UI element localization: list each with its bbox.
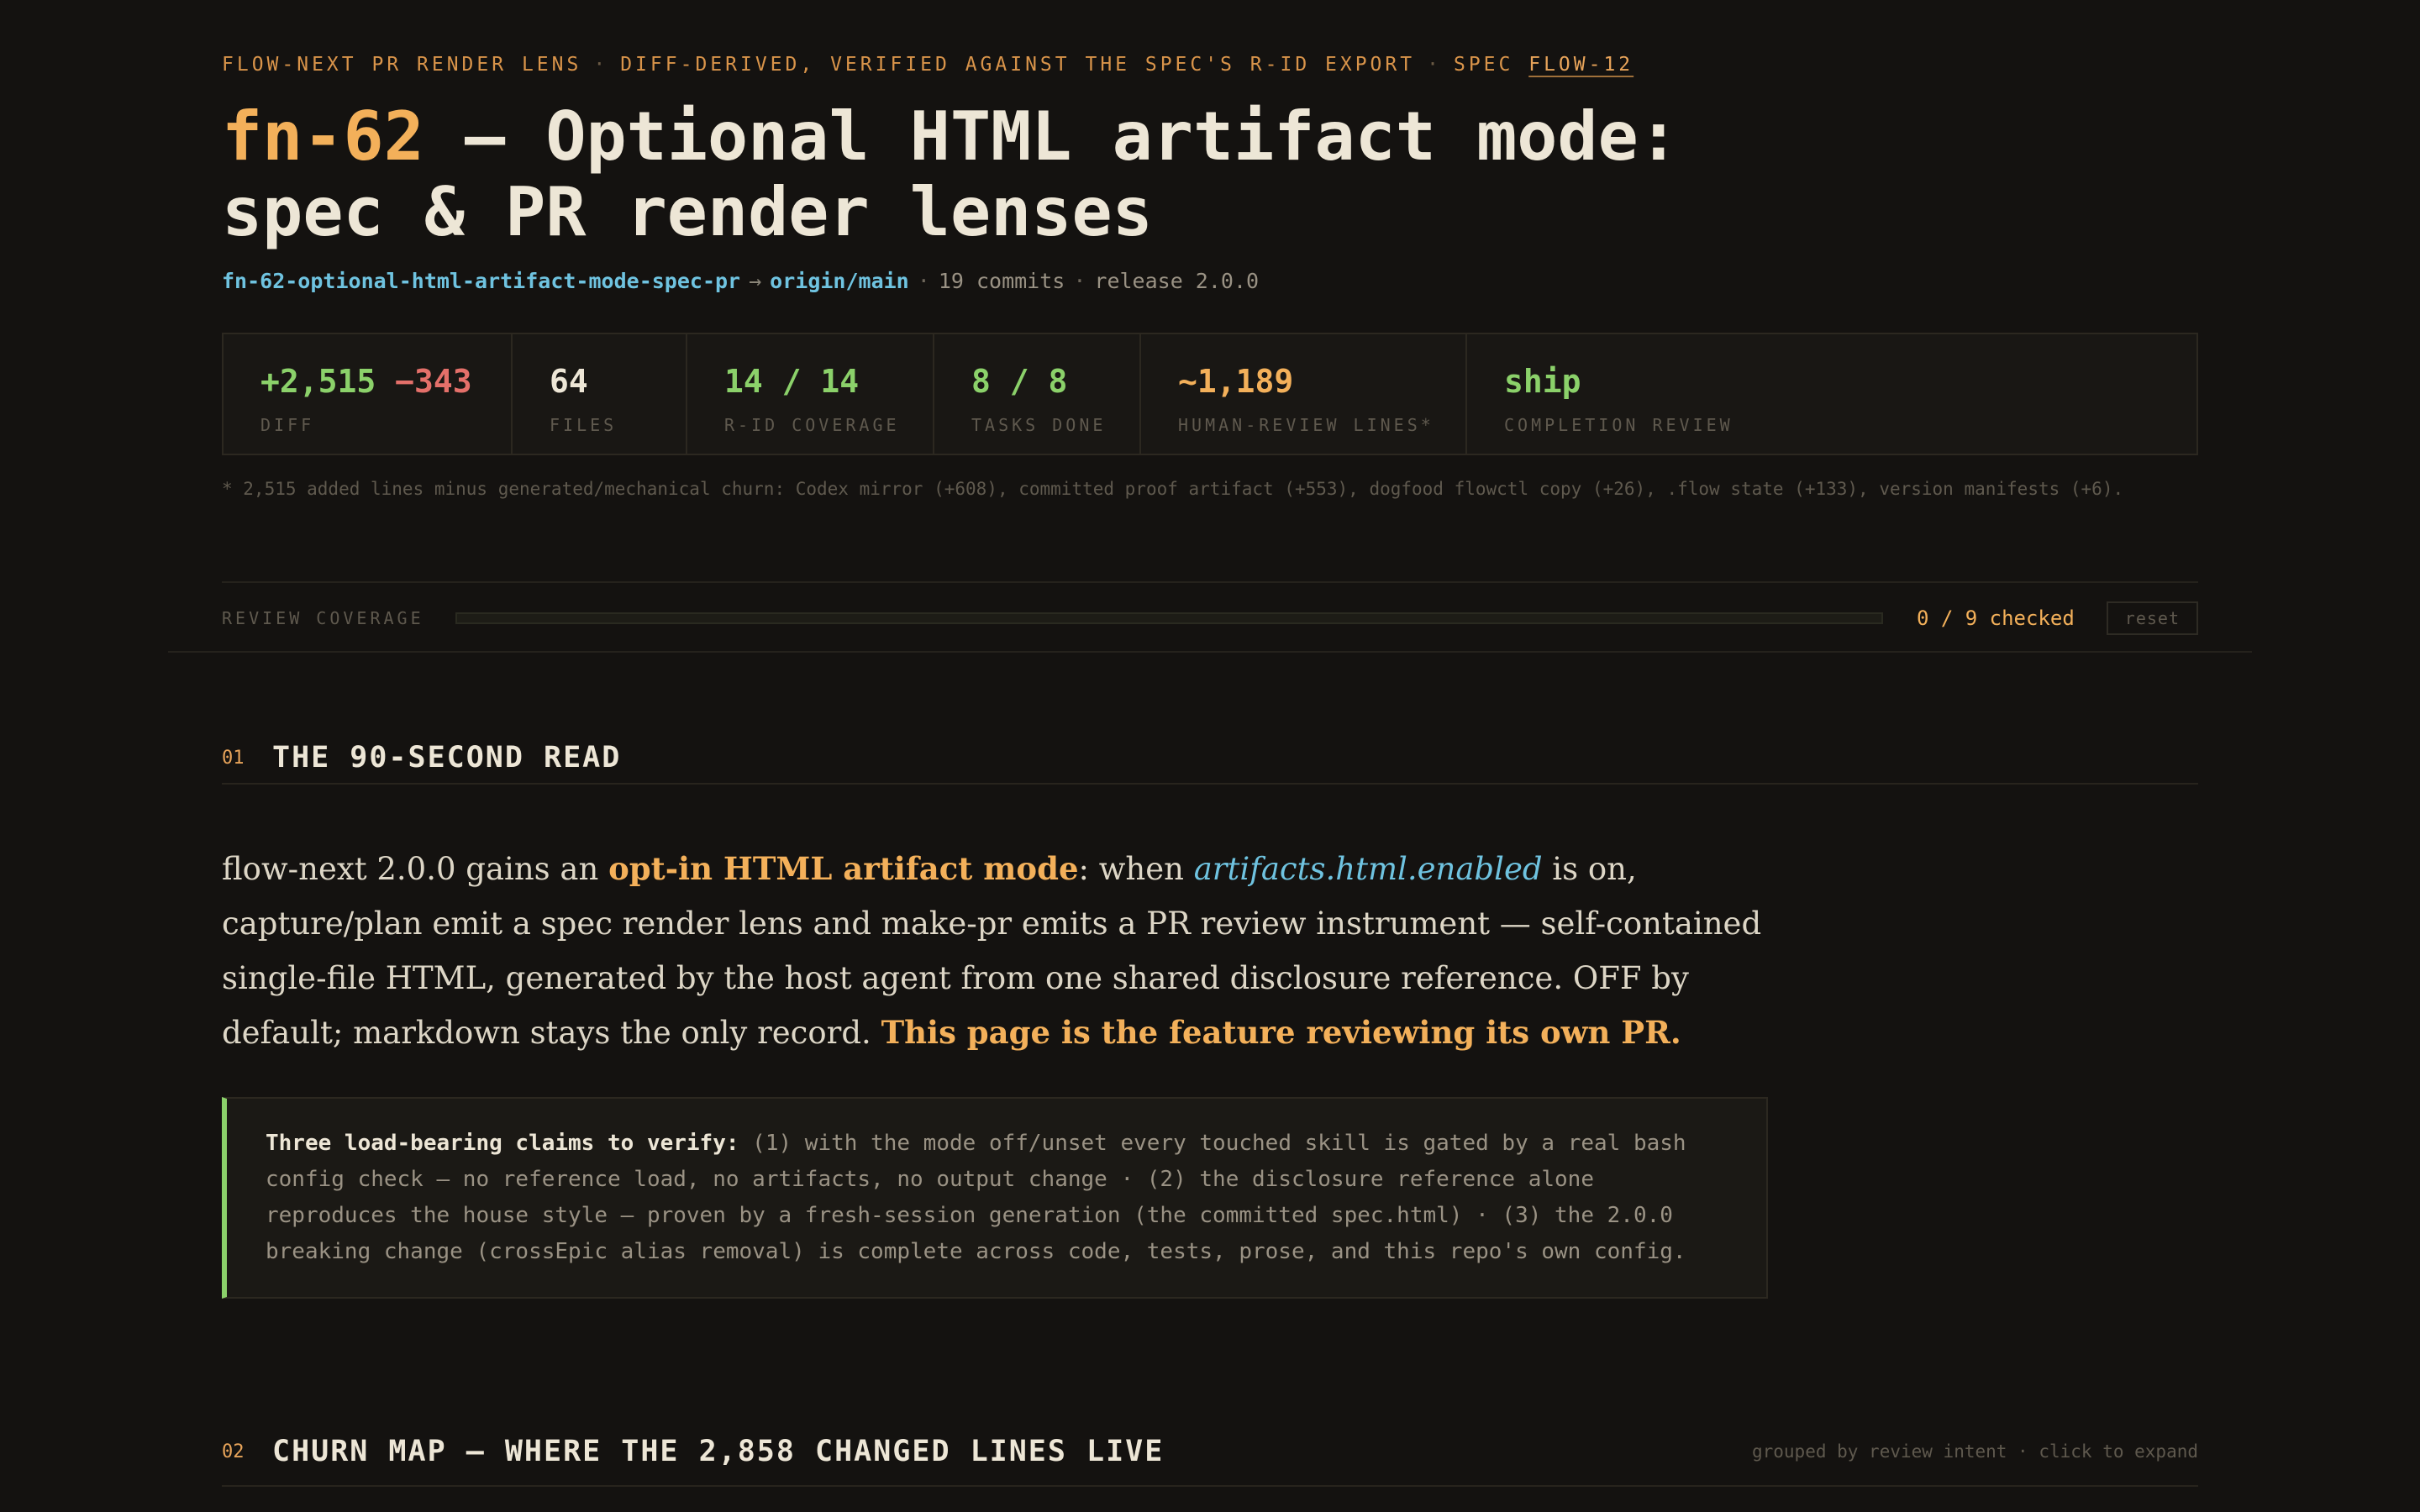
section-number: 02 (222, 1441, 245, 1462)
stat-rid-label: R-ID COVERAGE (724, 415, 900, 435)
base-branch: origin/main (770, 269, 909, 293)
claims-callout: Three load-bearing claims to verify: (1)… (222, 1097, 1768, 1299)
stat-diff-added: +2,515 (260, 363, 376, 400)
stat-files: 64 FILES (513, 334, 687, 454)
spec-link[interactable]: FLOW-12 (1528, 54, 1634, 76)
branch-separator: · (917, 269, 930, 293)
title-text: — Optional HTML artifact mode: spec & PR… (222, 97, 1679, 251)
summary-paragraph: flow-next 2.0.0 gains an opt-in HTML art… (222, 842, 1768, 1060)
section-title: CHURN MAP — WHERE THE 2,858 CHANGED LINE… (272, 1435, 1165, 1468)
title-id: fn-62 (222, 97, 424, 176)
stat-completion-review: ship COMPLETION REVIEW (1467, 334, 2196, 454)
review-coverage-progress-bar (455, 612, 1883, 624)
summary-text: flow-next 2.0.0 gains an (222, 851, 609, 887)
stat-rid-coverage: 14 / 14 R-ID COVERAGE (687, 334, 934, 454)
eyebrow-lens-label: FLOW-NEXT PR RENDER LENS (222, 54, 582, 76)
stat-human-review: ~1,189 HUMAN-REVIEW LINES* (1141, 334, 1467, 454)
pr-render-lens-page: FLOW-NEXT PR RENDER LENS · DIFF-DERIVED, V… (0, 0, 2420, 1512)
review-coverage-count: 0 / 9 checked (1916, 606, 2075, 630)
stat-diff-removed: −343 (395, 363, 472, 400)
stat-human-value: ~1,189 (1178, 363, 1294, 400)
review-coverage-label: REVIEW COVERAGE (222, 608, 424, 628)
section-heading: 01 THE 90-SECOND READ (222, 732, 2198, 785)
header-divider (168, 651, 2252, 653)
stat-tasks-label: TASKS DONE (971, 415, 1107, 435)
stat-review-label: COMPLETION REVIEW (1504, 415, 1733, 435)
config-key: artifacts.html.enabled (1193, 851, 1543, 887)
branch-info: fn-62-optional-html-artifact-mode-spec-p… (222, 269, 2198, 293)
stat-diff-label: DIFF (260, 415, 315, 435)
eyebrow: FLOW-NEXT PR RENDER LENS · DIFF-DERIVED, V… (222, 54, 2198, 76)
arrow-right-icon: → (749, 269, 762, 293)
stat-files-label: FILES (550, 415, 618, 435)
stat-tasks-value: 8 / 8 (971, 363, 1068, 400)
commit-count: 19 commits (938, 269, 1065, 293)
review-coverage: REVIEW COVERAGE 0 / 9 checked reset (222, 600, 2198, 637)
stats-footnote: * 2,515 added lines minus generated/mech… (222, 479, 2124, 499)
release-version: release 2.0.0 (1094, 269, 1260, 293)
section-heading[interactable]: 02 CHURN MAP — WHERE THE 2,858 CHANGED L… (222, 1418, 2198, 1487)
stat-files-value: 64 (550, 363, 588, 400)
section-hint: grouped by review intent · click to expa… (1751, 1441, 2198, 1462)
section-title: THE 90-SECOND READ (272, 741, 622, 774)
head-branch: fn-62-optional-html-artifact-mode-spec-p… (222, 269, 741, 293)
divider (222, 581, 2198, 583)
eyebrow-verification-label: DIFF-DERIVED, VERIFIED AGAINST THE SPEC'… (620, 54, 1416, 76)
eyebrow-separator: · (593, 54, 609, 76)
branch-separator: · (1073, 269, 1086, 293)
section-90-second-read: 01 THE 90-SECOND READ (222, 732, 2198, 785)
section-number: 01 (222, 747, 245, 769)
eyebrow-spec-prefix: SPEC (1453, 54, 1514, 76)
summary-text: : when (1078, 851, 1194, 887)
stat-review-value: ship (1504, 363, 1581, 400)
summary-highlight: This page is the feature reviewing its o… (881, 1014, 1681, 1051)
page-title: fn-62 — Optional HTML artifact mode: spe… (222, 99, 1734, 250)
stat-rid-value: 14 / 14 (724, 363, 860, 400)
reset-button[interactable]: reset (2106, 601, 2198, 635)
stats-bar: +2,515 −343 DIFF 64 FILES 14 / 14 R-ID C… (222, 333, 2198, 455)
summary-highlight: opt-in HTML artifact mode (608, 850, 1079, 887)
section-churn-map[interactable]: 02 CHURN MAP — WHERE THE 2,858 CHANGED L… (222, 1418, 2198, 1487)
stat-tasks-done: 8 / 8 TASKS DONE (934, 334, 1141, 454)
stat-human-label: HUMAN-REVIEW LINES* (1178, 415, 1434, 435)
callout-lead: Three load-bearing claims to verify: (266, 1131, 739, 1156)
stat-diff: +2,515 −343 DIFF (224, 334, 513, 454)
eyebrow-separator: · (1427, 54, 1442, 76)
